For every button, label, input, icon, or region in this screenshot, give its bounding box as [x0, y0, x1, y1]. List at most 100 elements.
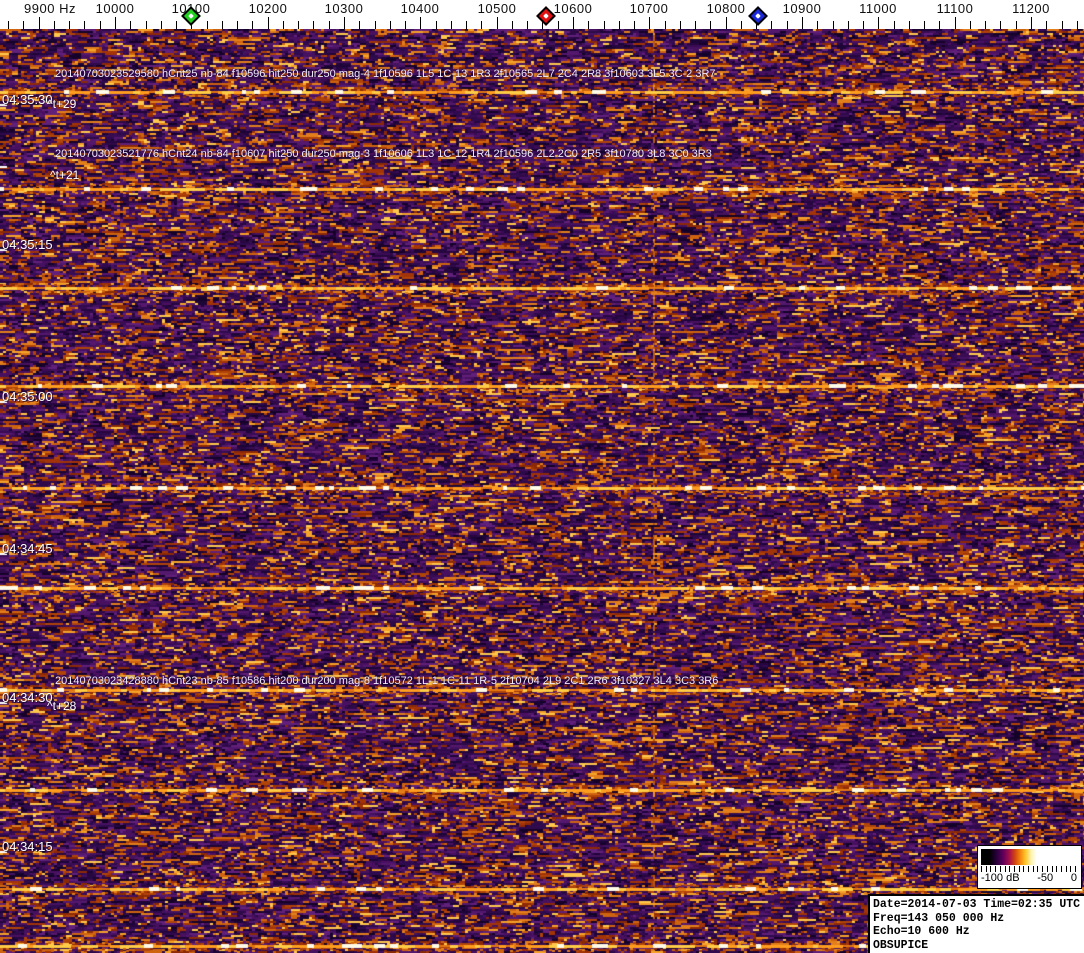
freq-tick	[939, 21, 940, 29]
freq-tick-label: 11200	[1012, 1, 1050, 16]
freq-tick	[802, 17, 803, 29]
meteor-detection-annotation: 20140703023529580 hCnt25 nb-84 f10596 hi…	[55, 68, 716, 80]
time-axis-label: 04:35:00	[2, 389, 53, 404]
freq-tick	[848, 21, 849, 29]
colorbar-label-mid: -50	[1037, 872, 1054, 884]
freq-tick	[527, 21, 528, 29]
freq-tick	[451, 21, 452, 29]
trigger-time-marker: ^t+28	[47, 699, 77, 713]
freq-tick	[894, 21, 895, 29]
freq-tick	[54, 21, 55, 29]
freq-tick	[176, 21, 177, 29]
freq-tick	[1062, 21, 1063, 29]
freq-tick	[359, 21, 360, 29]
trigger-time-marker: ^t+21	[50, 168, 80, 182]
freq-tick-label: 10400	[400, 1, 440, 16]
freq-tick	[863, 21, 864, 29]
meteor-detection-annotation: 20140703023428880 hCnt23 nb-85 f10586 hi…	[55, 675, 719, 687]
freq-tick-label: 10700	[629, 1, 669, 16]
freq-tick	[970, 21, 971, 29]
freq-tick-label: 10500	[477, 1, 517, 16]
freq-tick-label: 10900	[782, 1, 822, 16]
time-axis-label: 04:34:15	[2, 839, 53, 854]
colorbar-label-max: 0	[1070, 872, 1077, 884]
freq-tick	[573, 17, 574, 29]
freq-tick	[497, 17, 498, 29]
freq-tick	[100, 21, 101, 29]
frequency-ruler: 9900 Hz100001010010200103001040010500106…	[0, 0, 1084, 29]
freq-tick	[405, 21, 406, 29]
spectrogram-canvas	[0, 29, 1084, 953]
freq-tick	[649, 17, 650, 29]
freq-tick	[1031, 17, 1032, 29]
freq-tick	[375, 21, 376, 29]
freq-tick	[39, 17, 40, 29]
freq-tick	[604, 21, 605, 29]
freq-tick	[268, 17, 269, 29]
freq-tick	[8, 21, 9, 29]
freq-tick	[558, 21, 559, 29]
freq-tick	[787, 21, 788, 29]
freq-tick	[985, 21, 986, 29]
freq-tick	[283, 21, 284, 29]
freq-tick	[771, 21, 772, 29]
time-axis-label: 04:34:45	[2, 541, 53, 556]
freq-tick	[146, 21, 147, 29]
time-axis-label: 04:35:30	[2, 92, 53, 107]
freq-tick	[252, 21, 253, 29]
info-date-time: Date=2014-07-03 Time=02:35 UTC	[873, 898, 1081, 911]
freq-tick	[222, 21, 223, 29]
freq-tick	[161, 21, 162, 29]
freq-tick	[726, 17, 727, 29]
freq-tick	[344, 17, 345, 29]
freq-tick	[665, 21, 666, 29]
freq-tick	[436, 21, 437, 29]
blue-frequency-marker-icon[interactable]	[748, 6, 768, 26]
freq-tick	[955, 17, 956, 29]
freq-tick	[329, 21, 330, 29]
meteor-spectrogram-app: 9900 Hz100001010010200103001040010500106…	[0, 0, 1084, 953]
freq-tick	[634, 21, 635, 29]
freq-tick-label: 10600	[553, 1, 593, 16]
trigger-time-marker: ^t+29	[47, 97, 77, 111]
freq-tick-label: 11000	[859, 1, 897, 16]
freq-tick-label: 10200	[248, 1, 288, 16]
info-station: OBSUPICE	[873, 938, 929, 952]
freq-tick	[1000, 21, 1001, 29]
freq-tick	[619, 21, 620, 29]
freq-tick	[69, 21, 70, 29]
freq-tick	[710, 21, 711, 29]
freq-tick	[1016, 21, 1017, 29]
station-info-box: Date=2014-07-03 Time=02:35 UTC Freq=143 …	[868, 894, 1084, 953]
info-echo: Echo=10 600 Hz	[873, 925, 970, 938]
freq-tick	[207, 21, 208, 29]
time-axis-label: 04:35:15	[2, 237, 53, 252]
freq-tick-label: 10800	[706, 1, 746, 16]
freq-tick	[588, 21, 589, 29]
freq-tick	[481, 21, 482, 29]
freq-tick	[23, 21, 24, 29]
colorbar-gradient	[981, 849, 1076, 865]
freq-tick	[909, 21, 910, 29]
freq-tick	[298, 21, 299, 29]
intensity-colorbar-legend: -100 dB -50 0	[977, 845, 1082, 889]
freq-tick	[924, 21, 925, 29]
freq-tick	[833, 21, 834, 29]
freq-tick-label: 10000	[95, 1, 135, 16]
freq-tick	[84, 21, 85, 29]
freq-tick	[420, 17, 421, 29]
freq-tick	[466, 21, 467, 29]
spectrogram-panel: 04:35:30 04:35:15 04:35:00 04:34:45 04:34:30…	[0, 29, 1084, 953]
freq-tick	[817, 21, 818, 29]
freq-tick	[115, 17, 116, 29]
freq-tick-label: 11100	[936, 1, 974, 16]
freq-tick	[695, 21, 696, 29]
freq-tick	[313, 21, 314, 29]
freq-tick	[130, 21, 131, 29]
colorbar-labels: -100 dB -50 0	[981, 872, 1077, 884]
freq-tick	[512, 21, 513, 29]
freq-tick	[680, 21, 681, 29]
colorbar-label-min: -100 dB	[981, 872, 1020, 884]
freq-tick	[1046, 21, 1047, 29]
freq-tick-label: 10300	[324, 1, 364, 16]
